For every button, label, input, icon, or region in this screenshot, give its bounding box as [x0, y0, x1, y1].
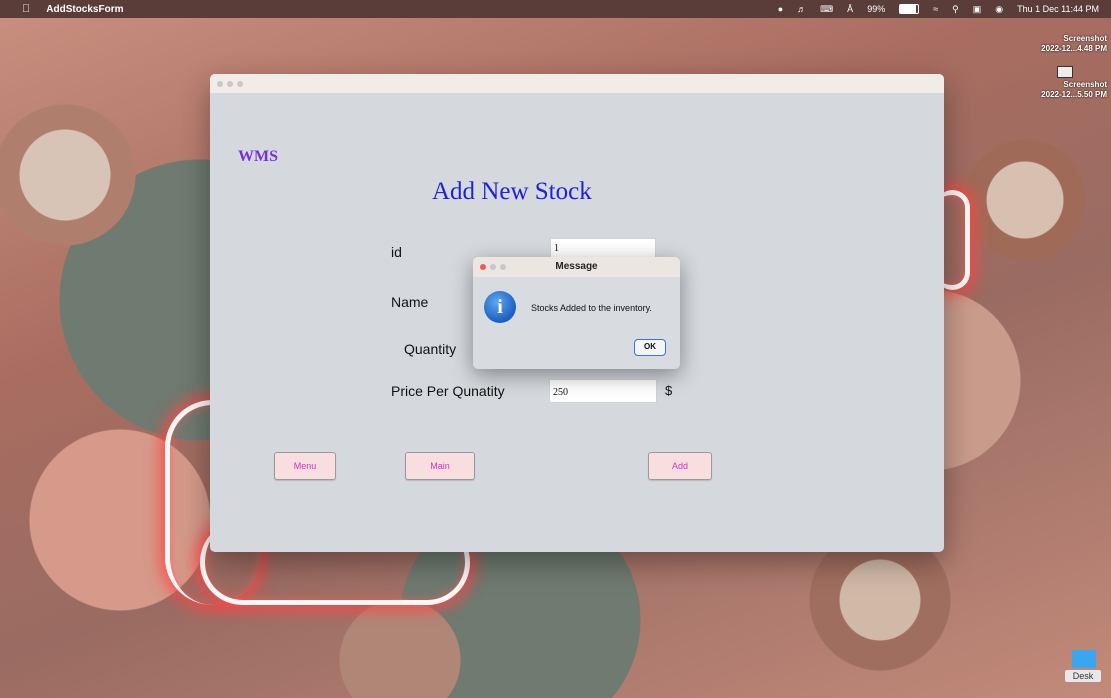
brand-label: WMS: [238, 148, 278, 165]
volume-icon[interactable]: ♬: [797, 4, 806, 14]
control-center-icon[interactable]: ▣: [973, 4, 982, 15]
info-icon: i: [484, 291, 516, 323]
ok-button[interactable]: OK: [634, 339, 666, 356]
keyboard-icon[interactable]: ⌨: [820, 4, 833, 15]
dialog-titlebar[interactable]: Message: [473, 257, 680, 277]
desktop-file-screenshot-1[interactable]: Screenshot 2022-12...4.48 PM: [1025, 34, 1107, 54]
name-label: Name: [391, 294, 429, 310]
desktop-folder-label[interactable]: Desk: [1065, 670, 1101, 682]
quantity-label: Quantity: [404, 341, 457, 357]
clock[interactable]: Thu 1 Dec 11:44 PM: [1017, 4, 1099, 14]
page-title: Add New Stock: [432, 178, 592, 205]
minimize-window-button[interactable]: [227, 80, 233, 87]
app-name[interactable]: AddStocksForm: [46, 4, 123, 15]
file-thumbnail-icon: [1057, 66, 1073, 78]
battery-percentage: 99%: [867, 4, 886, 14]
bluetooth-icon[interactable]: Å: [847, 4, 853, 14]
macos-menu-bar:  AddStocksForm ● ♬ ⌨ Å 99% ≈ ⚲ ▣ ◉ Thu …: [0, 0, 1111, 18]
message-dialog: Message i Stocks Added to the inventory.…: [473, 257, 680, 369]
folder-icon[interactable]: [1072, 650, 1096, 668]
menu-button[interactable]: Menu: [274, 452, 336, 480]
battery-icon[interactable]: [899, 4, 920, 14]
window-titlebar[interactable]: [210, 74, 944, 93]
notifications-icon[interactable]: ●: [778, 4, 783, 14]
menu-bar-status-area: ● ♬ ⌨ Å 99% ≈ ⚲ ▣ ◉ Thu 1 Dec 11:44 PM: [778, 4, 1111, 15]
wifi-icon[interactable]: ≈: [933, 4, 938, 14]
price-field[interactable]: 250: [549, 379, 657, 403]
dialog-message: Stocks Added to the inventory.: [531, 303, 652, 313]
search-icon[interactable]: ⚲: [952, 4, 959, 15]
currency-label: $: [665, 383, 673, 398]
apple-icon[interactable]: : [22, 3, 30, 15]
siri-icon[interactable]: ◉: [995, 4, 1003, 15]
price-label: Price Per Qunatity: [391, 383, 505, 399]
add-button[interactable]: Add: [648, 452, 712, 480]
zoom-window-button[interactable]: [237, 80, 243, 87]
id-label: id: [391, 244, 402, 260]
close-window-button[interactable]: [217, 80, 223, 87]
main-button[interactable]: Main: [405, 452, 475, 480]
desktop-file-screenshot-2[interactable]: Screenshot 2022-12...5.50 PM: [1025, 66, 1107, 100]
dialog-title: Message: [555, 261, 598, 272]
